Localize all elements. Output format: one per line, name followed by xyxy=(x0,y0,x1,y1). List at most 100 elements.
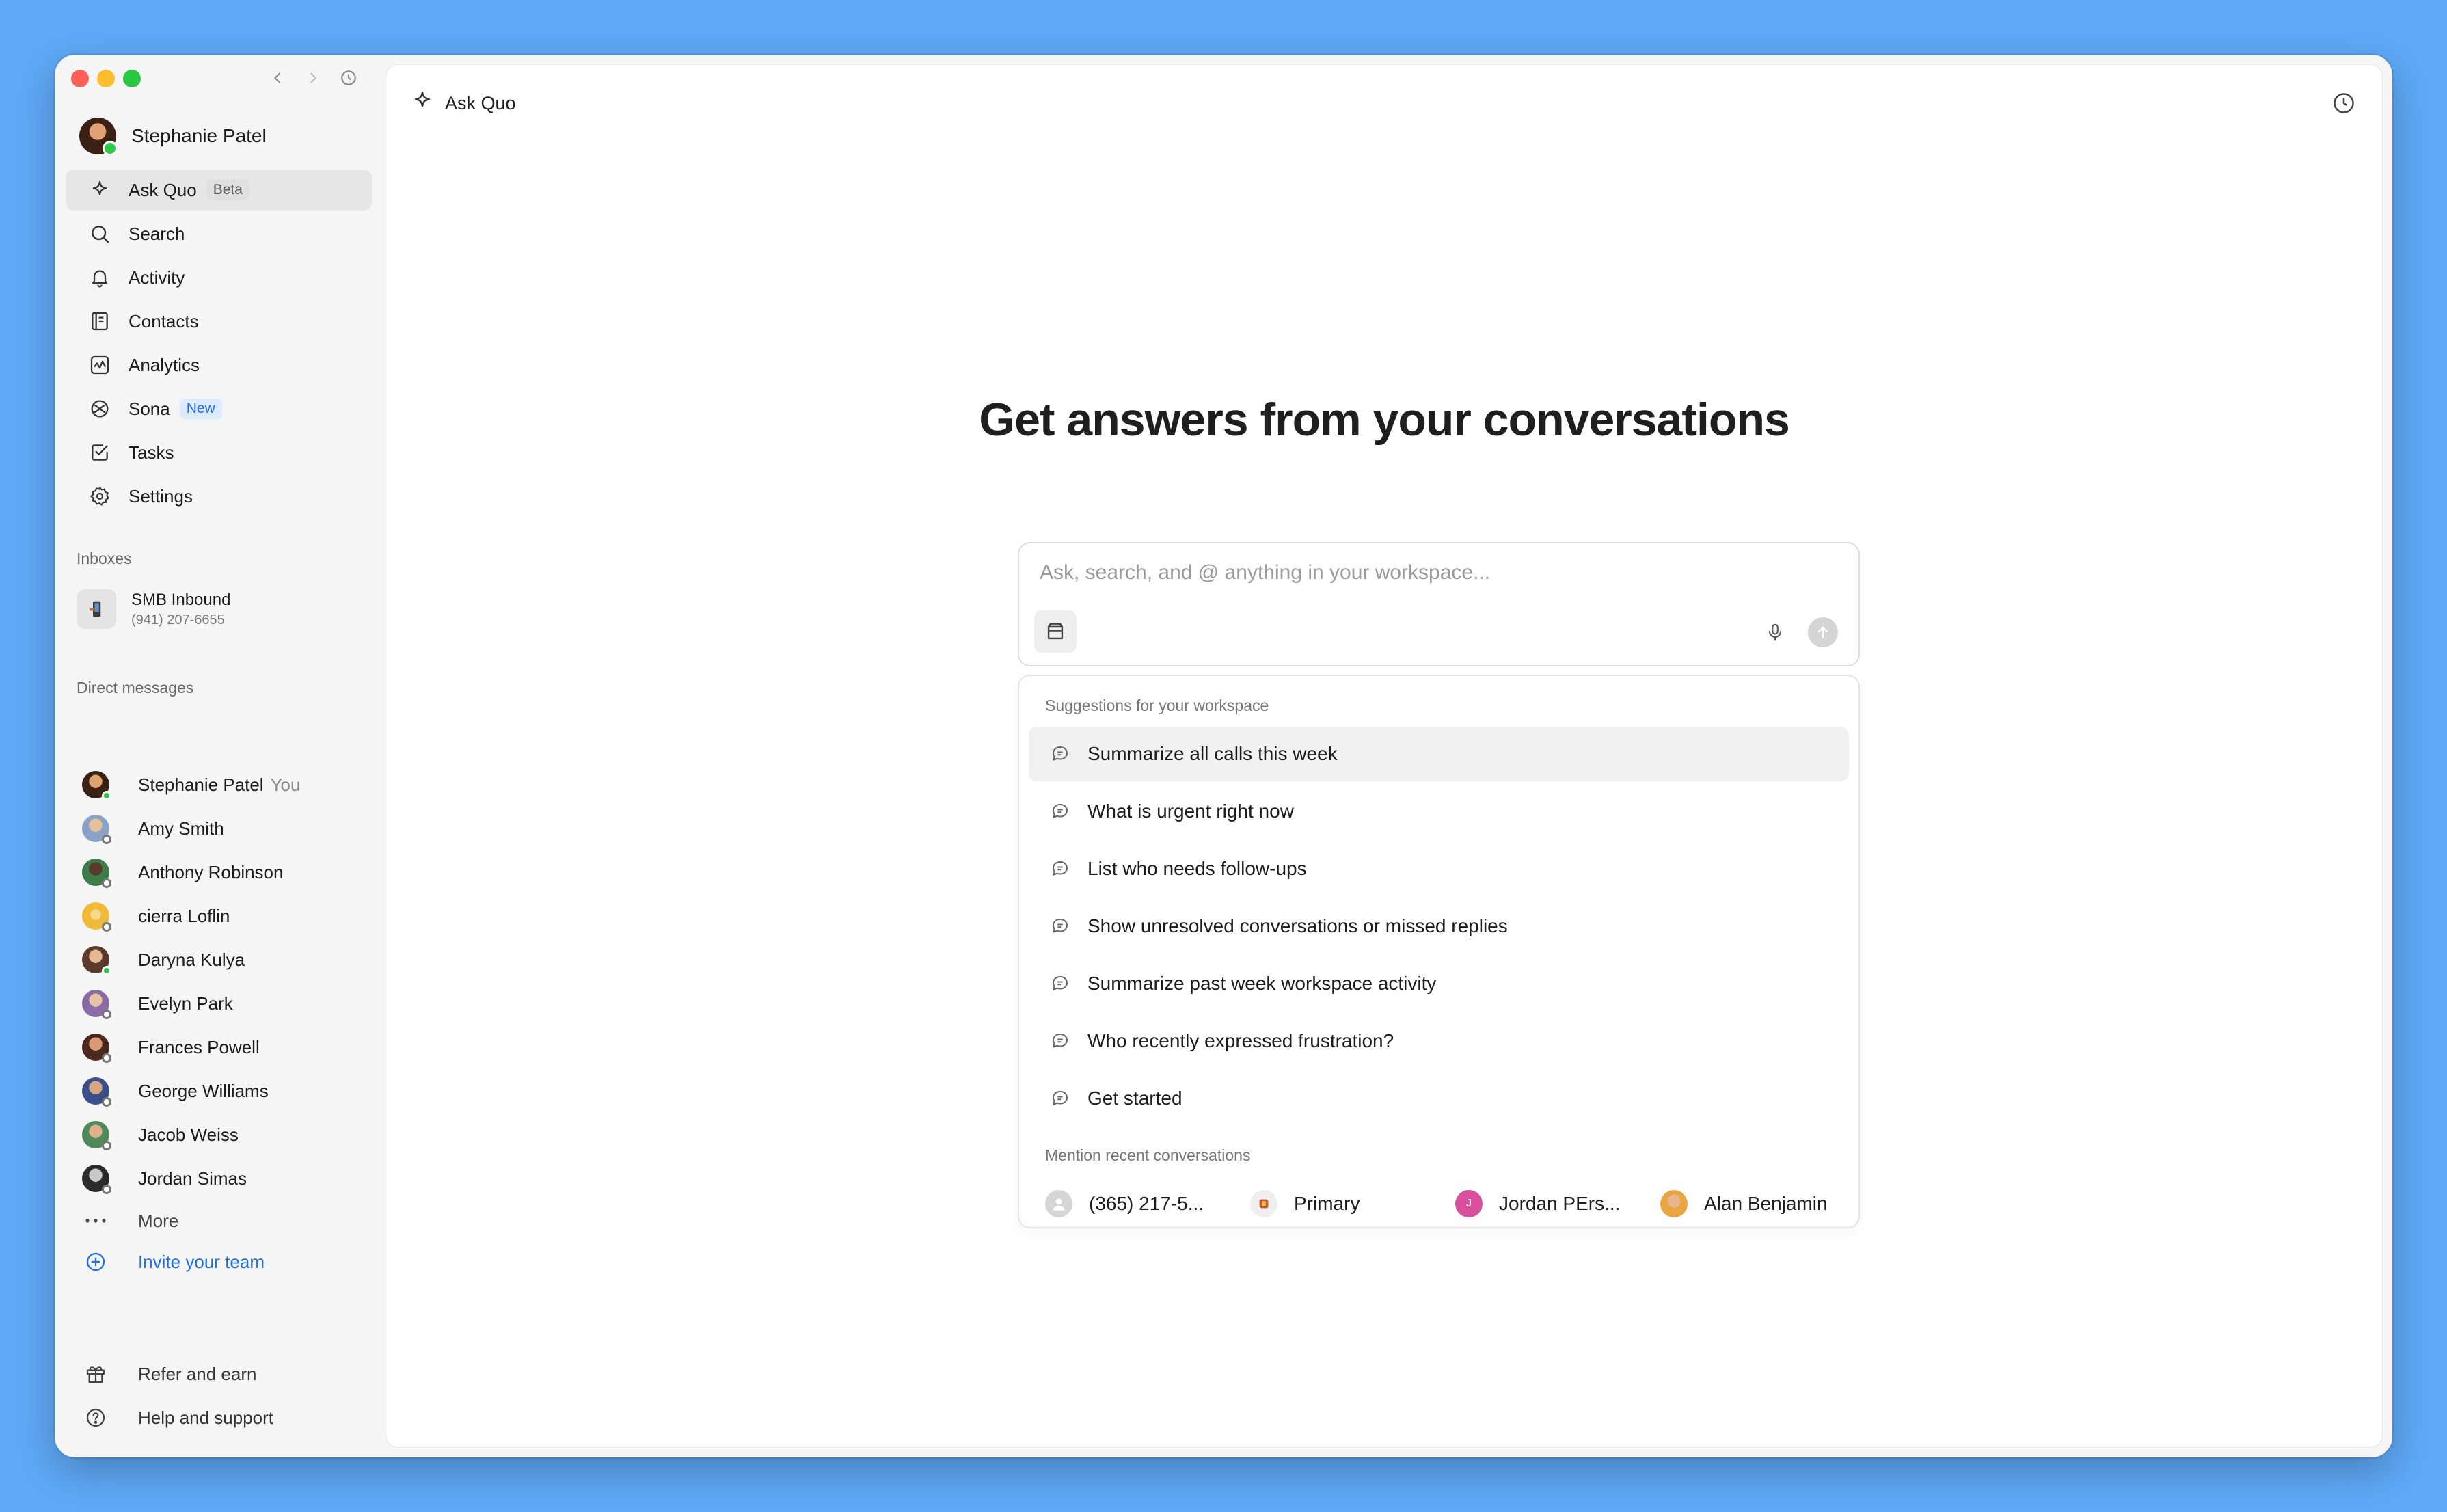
more-dots-icon xyxy=(82,1217,109,1224)
invite-label: Invite your team xyxy=(138,1251,265,1272)
clock-icon xyxy=(2334,93,2354,113)
dm-name: Jordan Simas xyxy=(138,1167,247,1189)
nav-item-sona[interactable]: Sona New xyxy=(66,388,372,429)
window-controls xyxy=(71,70,141,87)
invite-team-button[interactable]: Invite your team xyxy=(82,1241,376,1282)
help-icon xyxy=(82,1407,109,1429)
dm-name: Frances Powell xyxy=(138,1036,260,1057)
ask-composer xyxy=(1018,542,1860,666)
avatar xyxy=(82,990,111,1019)
dm-name: Daryna Kulya xyxy=(138,949,245,970)
mention-label: Primary xyxy=(1294,1193,1360,1214)
mention-item[interactable]: Alan Benjamin xyxy=(1660,1190,1828,1217)
more-label: More xyxy=(138,1210,179,1231)
avatar xyxy=(82,1077,111,1107)
mention-label: Alan Benjamin xyxy=(1704,1193,1828,1214)
nav-item-search[interactable]: Search xyxy=(66,213,372,254)
beta-badge: Beta xyxy=(206,180,249,200)
mention-item[interactable]: Primary xyxy=(1250,1190,1455,1217)
suggestion-item[interactable]: Show unresolved conversations or missed … xyxy=(1029,899,1849,954)
suggestion-text: Get started xyxy=(1087,1088,1182,1109)
forward-arrow-icon[interactable] xyxy=(302,67,324,89)
avatar xyxy=(82,859,111,888)
recent-mentions: (365) 217-5... Primary J Jordan PErs... … xyxy=(1045,1190,1845,1217)
inbox-item-smb-inbound[interactable]: SMB Inbound (941) 207-6655 xyxy=(77,589,230,629)
chat-bubble-icon xyxy=(1046,970,1074,997)
sidebar-footer: Refer and earn Help and support xyxy=(82,1352,369,1440)
microphone-icon xyxy=(1768,623,1782,641)
dm-item[interactable]: Evelyn Park xyxy=(82,982,376,1025)
chat-bubble-icon xyxy=(1046,1027,1074,1055)
refer-and-earn-link[interactable]: Refer and earn xyxy=(82,1352,369,1396)
minimize-window-button[interactable] xyxy=(97,70,115,87)
nav-label: Search xyxy=(129,223,185,244)
recent-history-icon[interactable] xyxy=(338,67,360,89)
help-and-support-link[interactable]: Help and support xyxy=(82,1396,369,1440)
mention-item[interactable]: (365) 217-5... xyxy=(1045,1190,1250,1217)
inbox-name: SMB Inbound xyxy=(131,590,231,609)
sidebar: Stephanie Patel Ask Quo Beta Search Acti… xyxy=(55,55,383,1457)
dm-item[interactable]: Stephanie Patel You xyxy=(82,763,376,807)
dm-name: cierra Loflin xyxy=(138,905,230,926)
chat-bubble-icon xyxy=(1046,740,1074,768)
suggestion-item[interactable]: List who needs follow-ups xyxy=(1029,841,1849,896)
dm-item[interactable]: Jordan Simas xyxy=(82,1157,376,1200)
suggestion-item[interactable]: Summarize all calls this week xyxy=(1029,727,1849,781)
sparkle-icon xyxy=(411,90,434,118)
nav-item-ask-quo[interactable]: Ask Quo Beta xyxy=(66,170,372,211)
nav-item-analytics[interactable]: Analytics xyxy=(66,345,372,386)
nav-label: Contacts xyxy=(129,310,199,332)
nav-item-activity[interactable]: Activity xyxy=(66,257,372,298)
dm-item[interactable]: cierra Loflin xyxy=(82,894,376,938)
suggestion-item[interactable]: Get started xyxy=(1029,1071,1849,1126)
dm-item[interactable]: Anthony Robinson xyxy=(82,850,376,894)
current-user[interactable]: Stephanie Patel xyxy=(79,118,267,156)
person-icon xyxy=(1045,1190,1072,1217)
contacts-icon xyxy=(86,308,113,335)
sona-icon xyxy=(86,395,113,422)
tasks-icon xyxy=(86,439,113,466)
avatar xyxy=(82,1034,111,1063)
user-avatar xyxy=(79,118,118,156)
microphone-button[interactable] xyxy=(1760,617,1790,647)
dm-item[interactable]: Daryna Kulya xyxy=(82,938,376,982)
history-button[interactable] xyxy=(2330,90,2357,117)
suggestion-item[interactable]: What is urgent right now xyxy=(1029,784,1849,839)
nav-label: Ask Quo xyxy=(129,179,197,200)
back-arrow-icon[interactable] xyxy=(267,67,288,89)
nav-label: Analytics xyxy=(129,354,200,375)
arrow-up-icon xyxy=(1817,626,1828,638)
mention-item[interactable]: J Jordan PErs... xyxy=(1455,1190,1660,1217)
page-header: Ask Quo xyxy=(411,90,516,118)
more-button[interactable]: More xyxy=(82,1200,376,1241)
suggestion-item[interactable]: Who recently expressed frustration? xyxy=(1029,1014,1849,1068)
avatar xyxy=(82,771,111,800)
dm-item[interactable]: George Williams xyxy=(82,1069,376,1113)
dm-name: Evelyn Park xyxy=(138,993,233,1014)
avatar xyxy=(1660,1190,1688,1217)
dm-item[interactable]: Jacob Weiss xyxy=(82,1113,376,1157)
user-name: Stephanie Patel xyxy=(131,125,267,146)
gift-icon xyxy=(82,1363,109,1385)
dm-item[interactable]: Frances Powell xyxy=(82,1025,376,1069)
nav-item-contacts[interactable]: Contacts xyxy=(66,301,372,342)
mentions-label: Mention recent conversations xyxy=(1045,1146,1251,1164)
history-nav xyxy=(267,67,360,89)
nav-item-settings[interactable]: Settings xyxy=(66,476,372,517)
avatar-initial: J xyxy=(1455,1190,1483,1217)
ask-input[interactable] xyxy=(1040,561,1833,584)
nav-label: Tasks xyxy=(129,442,174,463)
zoom-window-button[interactable] xyxy=(123,70,141,87)
hero-title: Get answers from your conversations xyxy=(979,394,1790,446)
send-button[interactable] xyxy=(1808,617,1838,647)
attach-button[interactable] xyxy=(1034,610,1077,653)
dm-item[interactable]: Amy Smith xyxy=(82,807,376,850)
close-window-button[interactable] xyxy=(71,70,89,87)
inboxes-section-label: Inboxes xyxy=(77,550,132,567)
suggestion-item[interactable]: Summarize past week workspace activity xyxy=(1029,956,1849,1011)
chat-bubble-icon xyxy=(1046,855,1074,882)
page-title: Ask Quo xyxy=(445,93,516,113)
nav-item-tasks[interactable]: Tasks xyxy=(66,432,372,473)
mention-label: Jordan PErs... xyxy=(1499,1193,1621,1214)
bell-icon xyxy=(86,264,113,291)
